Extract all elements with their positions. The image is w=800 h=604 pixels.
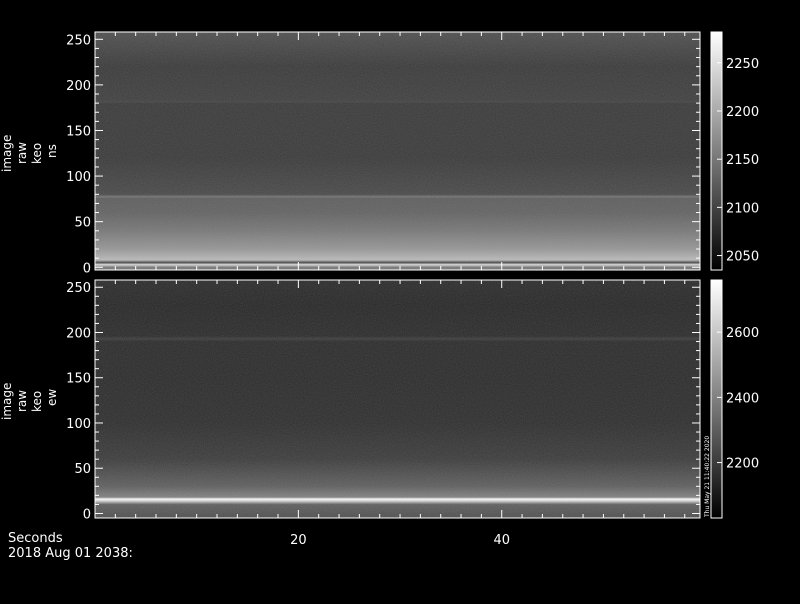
colorbar-tick-label: 2250 [726,57,759,72]
y-tick-label: 150 [66,372,91,387]
panel-1-ylabel-line: ns [45,144,59,158]
panel-2-texture [95,280,700,518]
y-tick-label: 150 [66,124,91,139]
colorbar-2 [710,279,723,519]
colorbar-tick-label: 2200 [726,457,759,472]
footer-date: 2018 Aug 01 2038: [8,546,133,561]
panel-1-ylabel-line: image [0,134,14,172]
panel-1-texture [95,32,700,270]
y-tick-label: 50 [74,216,91,231]
y-tick-label: 0 [83,507,91,522]
x-tick-label: 40 [493,533,510,548]
colorbar-1 [710,31,723,271]
colorbar-tick-label: 2600 [726,326,759,341]
panel-2-ylabel-line: raw [15,389,29,412]
panel-2: 0 50 100 150 200 250 2200 2400 2600 [66,279,759,522]
plot-timestamp: Thu May 21 11:40:22 2020 [704,436,711,518]
x-axis-label: Seconds [8,531,63,546]
y-tick-label: 100 [66,170,91,185]
colorbar-tick-label: 2400 [726,391,759,406]
panel-2-ylabel-line: image [0,382,14,420]
y-tick-label: 200 [66,79,91,94]
y-tick-label: 100 [66,417,91,432]
colorbar-tick-label: 2100 [726,201,759,216]
y-tick-label: 0 [83,261,91,276]
panel-1-ylabel: image raw keo ns [0,135,60,172]
panel-2-ylabel: image raw keo ew [0,383,60,420]
colorbar-tick-label: 2050 [726,250,759,265]
panel-2-ylabel-line: ew [45,388,59,406]
y-tick-label: 50 [74,462,91,477]
panel-1-ylabel-line: keo [30,142,44,164]
panel-1: 0 50 100 150 200 250 2050 2100 2150 2200 2250 [66,31,759,276]
x-tick-label: 20 [290,533,307,548]
y-tick-label: 250 [66,33,91,48]
keogram-plot: 0 50 100 150 200 250 2050 2100 2150 2200 2250 0 50 10… [66,31,759,548]
y-tick-label: 250 [66,281,91,296]
keogram-figure: 0 50 100 150 200 250 2050 2100 2150 2200 2250 0 50 10… [0,0,800,600]
y-tick-label: 200 [66,326,91,341]
panel-2-ylabel-line: keo [30,390,44,412]
colorbar-tick-label: 2200 [726,105,759,120]
panel-1-ylabel-line: raw [15,141,29,164]
colorbar-tick-label: 2150 [726,153,759,168]
